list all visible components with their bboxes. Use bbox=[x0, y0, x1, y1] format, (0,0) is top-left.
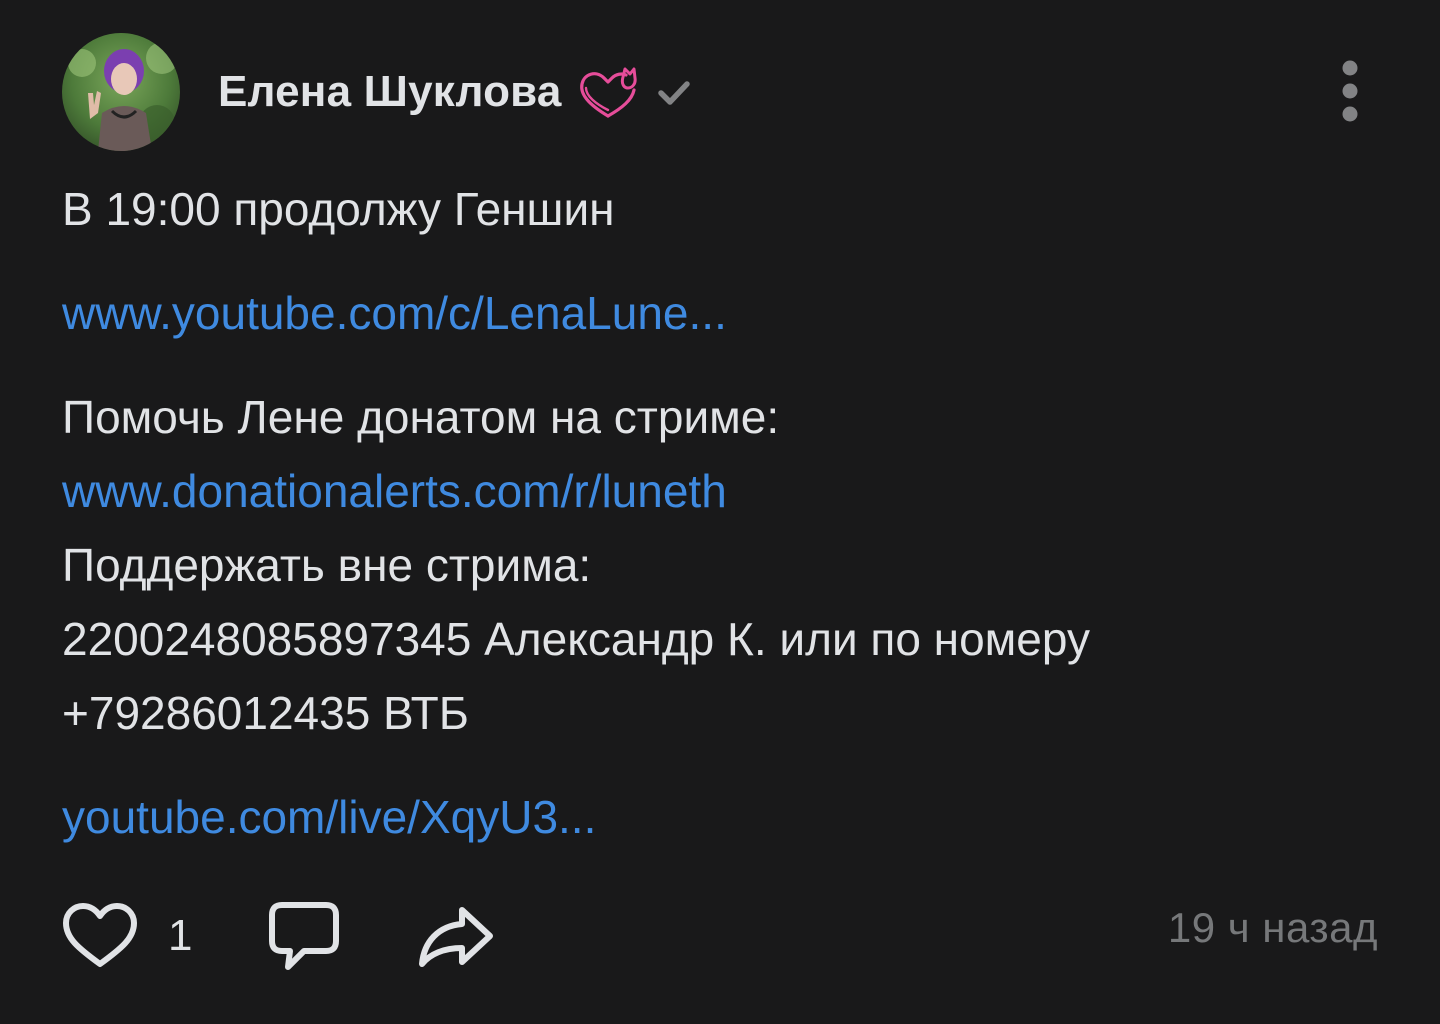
more-options-icon[interactable] bbox=[1330, 58, 1370, 124]
post-header: Елена Шуклова bbox=[62, 32, 694, 152]
heart-icon bbox=[63, 903, 137, 967]
post-line-support-prompt: Поддержать вне стрима: bbox=[62, 539, 592, 591]
post-line-donate-prompt: Помочь Лене донатом на стриме: bbox=[62, 391, 780, 443]
youtube-channel-link[interactable]: www.youtube.com/c/LenaLune... bbox=[62, 276, 727, 350]
post-text: В 19:00 продолжу Геншин www.youtube.com/… bbox=[62, 172, 1382, 854]
avatar[interactable] bbox=[62, 33, 180, 151]
cat-heart-icon[interactable] bbox=[576, 64, 640, 120]
checkmark-icon bbox=[657, 81, 690, 105]
post-line-card-number: 2200248085897345 Александр К. или по ном… bbox=[62, 613, 1090, 665]
author-name[interactable]: Елена Шуклова bbox=[218, 67, 562, 117]
post-line-announcement: В 19:00 продолжу Геншин bbox=[62, 183, 615, 235]
comment-icon bbox=[269, 902, 339, 970]
post-footer: 1 19 ч назад bbox=[62, 896, 1378, 976]
share-button[interactable] bbox=[416, 896, 496, 976]
donationalerts-link[interactable]: www.donationalerts.com/r/luneth bbox=[62, 454, 727, 528]
comment-button[interactable] bbox=[268, 896, 340, 976]
like-button[interactable]: 1 bbox=[62, 896, 192, 976]
youtube-live-link[interactable]: youtube.com/live/XqyU3... bbox=[62, 780, 596, 854]
post-timestamp: 19 ч назад bbox=[1167, 904, 1378, 951]
post-line-phone-number: +79286012435 ВТБ bbox=[62, 687, 469, 739]
share-icon bbox=[419, 907, 493, 967]
like-count: 1 bbox=[168, 911, 193, 960]
post-card: Елена Шуклова В 19:00 продолжу Геншин ww… bbox=[0, 0, 1440, 1024]
